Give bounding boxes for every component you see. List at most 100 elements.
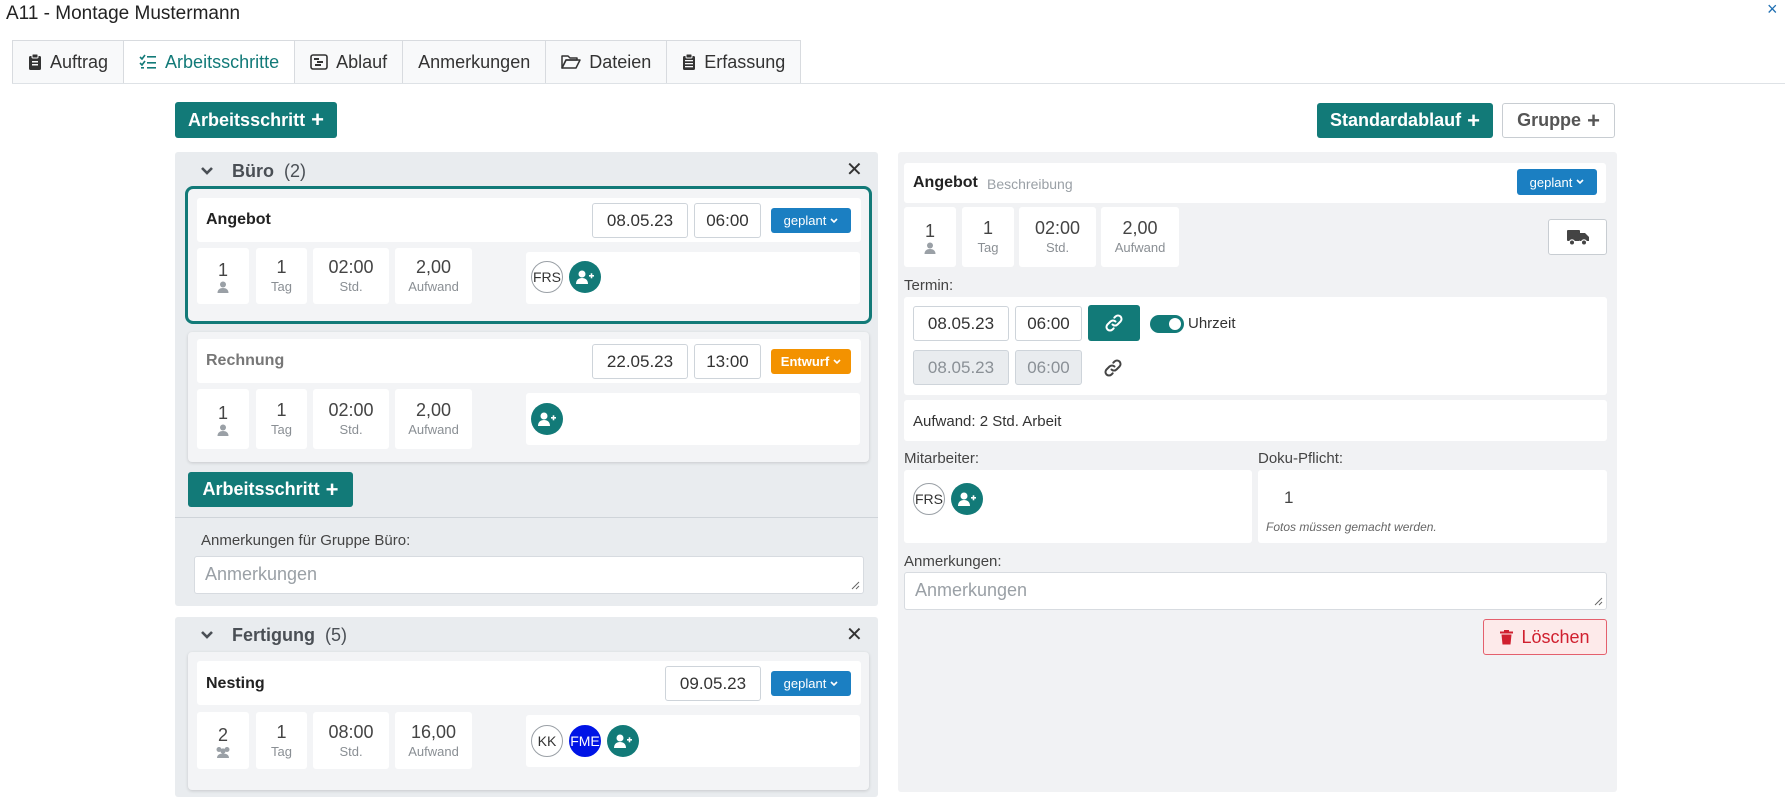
group-header[interactable]: Fertigung (5) — [200, 624, 347, 646]
assignee-area — [526, 393, 860, 445]
stat-label: Tag — [271, 279, 292, 294]
add-employee-button[interactable] — [951, 483, 983, 515]
step-date[interactable]: 08.05.23 — [592, 203, 688, 238]
chevron-down-icon[interactable] — [200, 166, 214, 176]
add-step-label: Arbeitsschritt — [188, 109, 306, 130]
step-name: Nesting — [206, 675, 265, 692]
step-name: Rechnung — [206, 352, 285, 369]
start-time[interactable]: 06:00 — [1015, 306, 1082, 341]
start-date[interactable]: 08.05.23 — [913, 306, 1009, 341]
tab-dateien[interactable]: Dateien — [545, 40, 667, 84]
add-step-button[interactable]: Arbeitsschritt + — [175, 102, 337, 138]
close-icon[interactable]: × — [1767, 0, 1778, 18]
folder-open-icon — [561, 55, 581, 69]
user-plus-icon — [958, 492, 976, 506]
stat-persons: 2 — [197, 712, 249, 769]
clipboard-icon — [29, 53, 41, 70]
stat-hours: 08:00 Std. — [313, 712, 389, 769]
detail-stat-hours[interactable]: 02:00 Std. — [1019, 207, 1096, 267]
tab-arbeitsschritte[interactable]: Arbeitsschritte — [123, 40, 295, 84]
close-group-icon[interactable]: ✕ — [846, 157, 863, 182]
tab-erfassung[interactable]: Erfassung — [666, 40, 802, 84]
step-time[interactable]: 13:00 — [694, 344, 761, 379]
stat-label: Std. — [1045, 240, 1070, 255]
stat-value: 02:00 — [1034, 218, 1081, 238]
add-user-button[interactable] — [569, 261, 601, 293]
chevron-down-icon — [833, 358, 841, 364]
chevron-down-icon — [1576, 179, 1584, 185]
stat-label: Tag — [977, 240, 999, 255]
chevron-down-icon[interactable] — [200, 630, 214, 640]
add-step-label: Arbeitsschritt — [202, 479, 320, 499]
stat-value: 1 — [217, 403, 228, 423]
stat-label: Aufwand — [408, 279, 459, 294]
step-date[interactable]: 09.05.23 — [665, 666, 761, 701]
stat-effort: 2,00 Aufwand — [395, 248, 472, 304]
time-toggle-label: Uhrzeit — [1188, 315, 1236, 332]
user-icon — [924, 242, 936, 254]
group-add-step-button[interactable]: Arbeitsschritt + — [188, 472, 353, 507]
tab-label: Dateien — [589, 51, 652, 72]
resize-handle-icon[interactable] — [850, 580, 860, 590]
detail-stat-days[interactable]: 1 Tag — [962, 207, 1014, 267]
user-plus-icon — [576, 270, 594, 284]
tab-ablauf[interactable]: Ablauf — [294, 40, 403, 84]
plus-icon: + — [1587, 107, 1600, 133]
end-time: 06:00 — [1015, 350, 1082, 385]
stat-value: 1 — [276, 400, 287, 420]
tab-anmerkungen[interactable]: Anmerkungen — [402, 40, 546, 84]
notes-label: Anmerkungen: — [904, 553, 1002, 570]
stat-value: 2,00 — [415, 257, 452, 277]
stat-effort: 2,00 Aufwand — [395, 389, 472, 449]
time-toggle[interactable] — [1150, 315, 1184, 333]
detail-stat-effort[interactable]: 2,00 Aufwand — [1101, 207, 1179, 267]
step-header — [197, 661, 861, 705]
trash-icon — [1500, 629, 1514, 644]
tab-divider — [12, 83, 1785, 84]
step-time[interactable]: 06:00 — [694, 203, 761, 238]
link-button[interactable] — [1088, 305, 1140, 341]
effort-text: Aufwand: 2 Std. Arbeit — [913, 413, 1062, 430]
stat-label: Tag — [271, 743, 292, 759]
detail-name[interactable]: Angebot — [913, 174, 978, 192]
group-notes-textarea[interactable]: Anmerkungen — [194, 556, 864, 594]
group-header[interactable]: Büro (2) — [200, 160, 306, 182]
step-date[interactable]: 22.05.23 — [592, 344, 688, 379]
stat-effort: 16,00 Aufwand — [395, 712, 472, 769]
chevron-down-icon — [830, 680, 838, 686]
notes-textarea[interactable]: Anmerkungen — [904, 572, 1607, 610]
status-dropdown[interactable]: geplant — [771, 208, 851, 233]
divider — [175, 517, 878, 518]
add-user-button[interactable] — [607, 725, 639, 757]
add-group-button[interactable]: Gruppe + — [1502, 103, 1615, 138]
tab-auftrag[interactable]: Auftrag — [12, 40, 124, 84]
tab-label: Erfassung — [704, 51, 786, 72]
add-user-button[interactable] — [531, 403, 563, 435]
standard-flow-label: Standardablauf — [1330, 110, 1462, 130]
link-icon[interactable] — [1104, 359, 1122, 382]
avatar[interactable]: FRS — [913, 483, 945, 515]
detail-status-dropdown[interactable]: geplant — [1517, 169, 1597, 195]
add-group-label: Gruppe — [1517, 110, 1582, 130]
status-dropdown[interactable]: Entwurf — [771, 349, 851, 374]
avatar[interactable]: FRS — [531, 261, 563, 293]
detail-stat-persons[interactable]: 1 — [904, 207, 956, 267]
stat-value: 1 — [217, 260, 228, 280]
delete-button[interactable]: Löschen — [1483, 619, 1607, 655]
stat-value: 08:00 — [328, 721, 374, 742]
avatar[interactable]: FME — [569, 725, 601, 757]
tab-label: Ablauf — [336, 51, 388, 72]
resize-handle-icon[interactable] — [1593, 596, 1603, 606]
standard-flow-button[interactable]: Standardablauf + — [1317, 103, 1493, 138]
link-icon — [1105, 314, 1123, 332]
description-placeholder[interactable]: Beschreibung — [987, 176, 1073, 192]
avatar[interactable]: KK — [531, 725, 563, 757]
status-label: geplant — [783, 213, 827, 228]
stat-label: Std. — [339, 743, 363, 759]
end-date: 08.05.23 — [913, 350, 1009, 385]
stat-value: 2 — [217, 724, 228, 745]
truck-icon — [1566, 230, 1589, 246]
close-group-icon[interactable]: ✕ — [846, 622, 863, 647]
delivery-button[interactable] — [1548, 219, 1607, 255]
status-dropdown[interactable]: geplant — [771, 671, 851, 696]
